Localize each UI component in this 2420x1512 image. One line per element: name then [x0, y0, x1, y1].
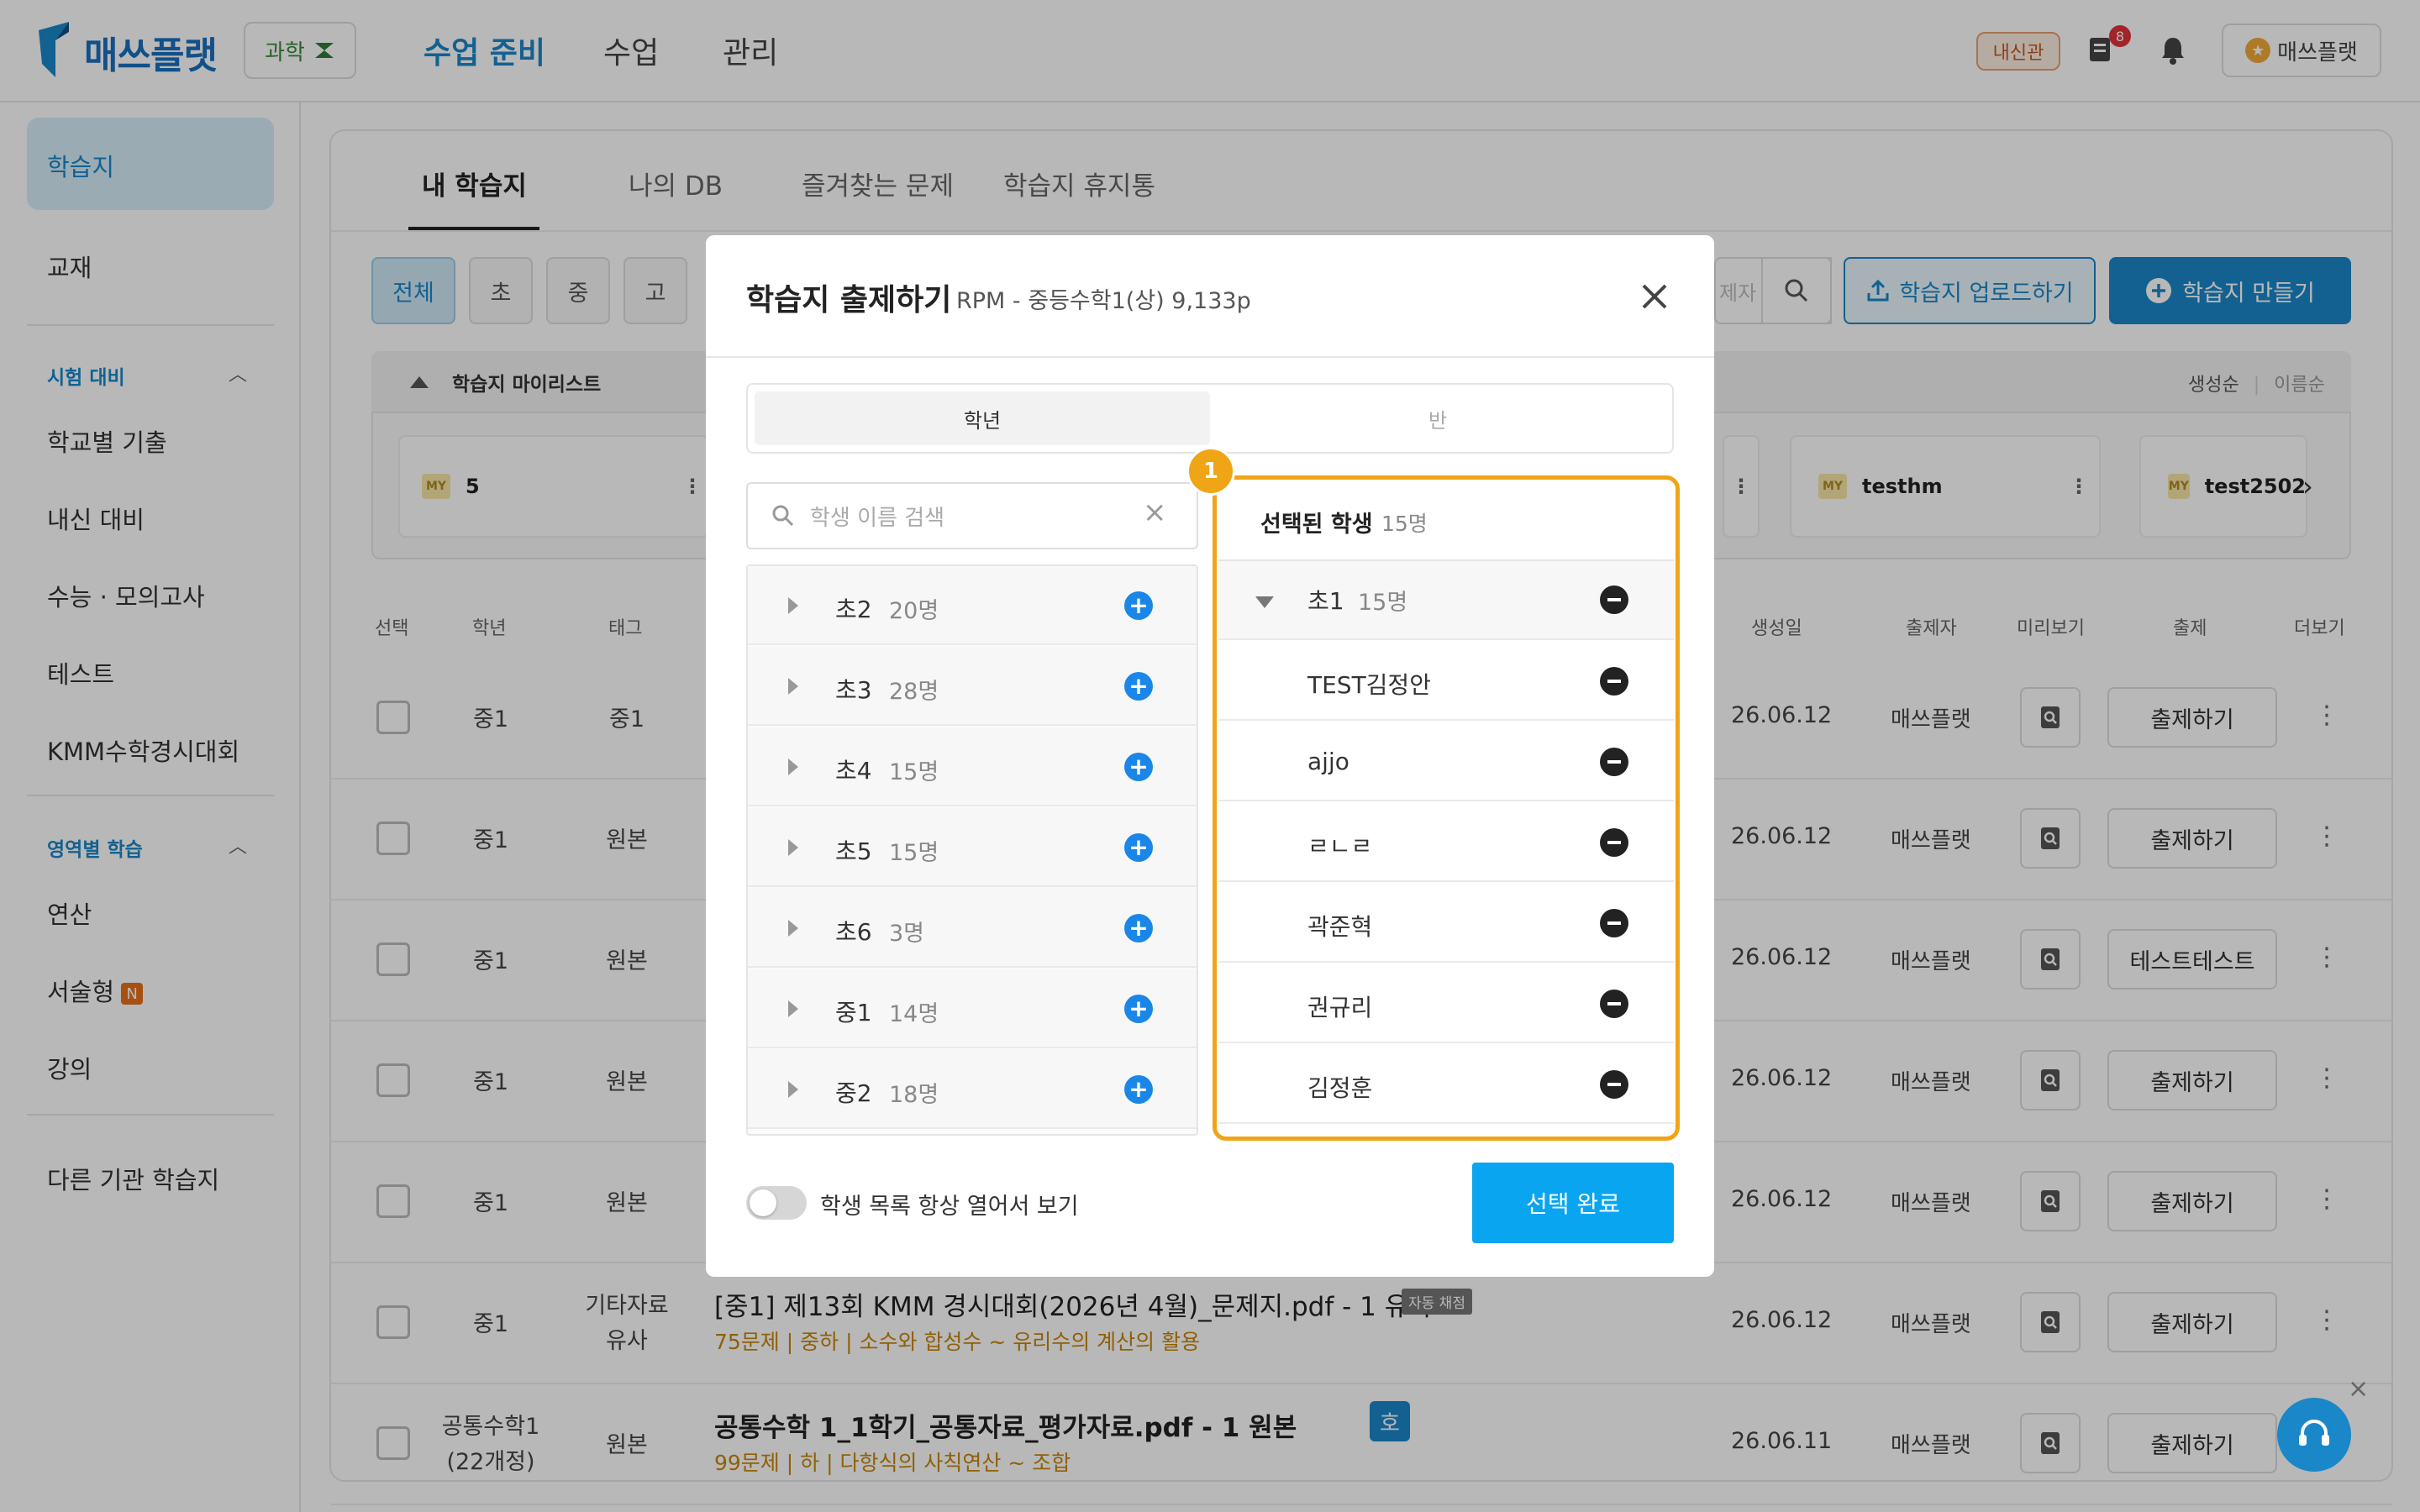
add-grade-icon[interactable]: +: [1124, 995, 1153, 1023]
grade-count: 28명: [889, 679, 939, 705]
caret-right-icon[interactable]: [788, 597, 798, 614]
grade-name: 중2: [835, 1079, 872, 1107]
search-icon: [772, 505, 794, 527]
add-grade-icon[interactable]: +: [1124, 672, 1153, 701]
add-grade-icon[interactable]: +: [1124, 914, 1153, 942]
remove-icon[interactable]: [1600, 990, 1628, 1018]
tab-grade[interactable]: 학년: [755, 391, 1210, 445]
add-grade-icon[interactable]: +: [1124, 1075, 1153, 1104]
tab-class[interactable]: 반: [1210, 391, 1665, 445]
selected-students-title: 선택된 학생: [1260, 512, 1373, 538]
add-grade-icon[interactable]: +: [1124, 833, 1153, 862]
student-search-input[interactable]: 학생 이름 검색: [746, 482, 1198, 549]
grade-count: 18명: [889, 1082, 939, 1108]
grade-name: 초3: [835, 676, 872, 704]
grade-count: 3명: [889, 921, 925, 947]
confirm-selection-button[interactable]: 선택 완료: [1472, 1163, 1674, 1243]
grade-count: 15명: [889, 840, 939, 866]
modal-divider: [706, 356, 1714, 358]
caret-right-icon[interactable]: [788, 839, 798, 856]
selected-group-row[interactable]: 초1 15명: [1218, 561, 1674, 640]
close-icon[interactable]: [1635, 277, 1674, 316]
toggle-knob: [750, 1189, 776, 1216]
always-open-label: 학생 목록 항상 열어서 보기: [820, 1194, 1079, 1220]
caret-right-icon[interactable]: [788, 678, 798, 695]
grade-name: 초6: [835, 918, 872, 946]
remove-icon[interactable]: [1600, 828, 1628, 857]
selected-students-count: 15명: [1381, 512, 1428, 536]
grade-name: 초2: [835, 596, 872, 623]
remove-icon[interactable]: [1600, 748, 1628, 776]
step-marker: 1: [1186, 447, 1235, 496]
add-grade-icon[interactable]: +: [1124, 753, 1153, 781]
caret-right-icon[interactable]: [788, 1000, 798, 1017]
selected-student-name: 김정훈: [1307, 1074, 1373, 1102]
selected-group-count: 15명: [1358, 589, 1408, 616]
caret-right-icon[interactable]: [788, 759, 798, 775]
remove-icon[interactable]: [1600, 667, 1628, 696]
add-grade-icon[interactable]: +: [1124, 591, 1153, 620]
grade-name: 중1: [835, 999, 872, 1026]
selected-student-name: ㄹㄴㄹ: [1307, 832, 1373, 860]
clear-search-icon[interactable]: ×: [1143, 496, 1167, 529]
grade-count: 15명: [889, 759, 939, 785]
modal-subtitle: RPM - 중등수학1(상) 9,133p: [956, 288, 1251, 314]
caret-down-icon[interactable]: [1255, 596, 1274, 608]
selected-student-name: 곽준혁: [1307, 913, 1373, 941]
selected-student-name: ajjo: [1307, 748, 1349, 775]
remove-icon[interactable]: [1600, 585, 1628, 614]
remove-icon[interactable]: [1600, 909, 1628, 937]
headset-icon: [2299, 1420, 2329, 1446]
selected-student-name: 권규리: [1307, 994, 1373, 1021]
selected-group-name: 초1: [1307, 587, 1344, 615]
help-chat-button[interactable]: [2277, 1398, 2351, 1472]
remove-icon[interactable]: [1600, 1070, 1628, 1099]
caret-right-icon[interactable]: [788, 1081, 798, 1098]
grade-count: 20명: [889, 598, 939, 624]
close-help-icon[interactable]: ×: [2348, 1374, 2369, 1404]
modal-title: 학습지 출제하기: [746, 283, 952, 318]
caret-right-icon[interactable]: [788, 920, 798, 937]
student-search-placeholder: 학생 이름 검색: [810, 505, 945, 531]
grade-count: 14명: [889, 1001, 939, 1027]
selected-student-name: TEST김정안: [1307, 671, 1431, 699]
grade-name: 초5: [835, 837, 872, 865]
grade-name: 초4: [835, 757, 872, 785]
